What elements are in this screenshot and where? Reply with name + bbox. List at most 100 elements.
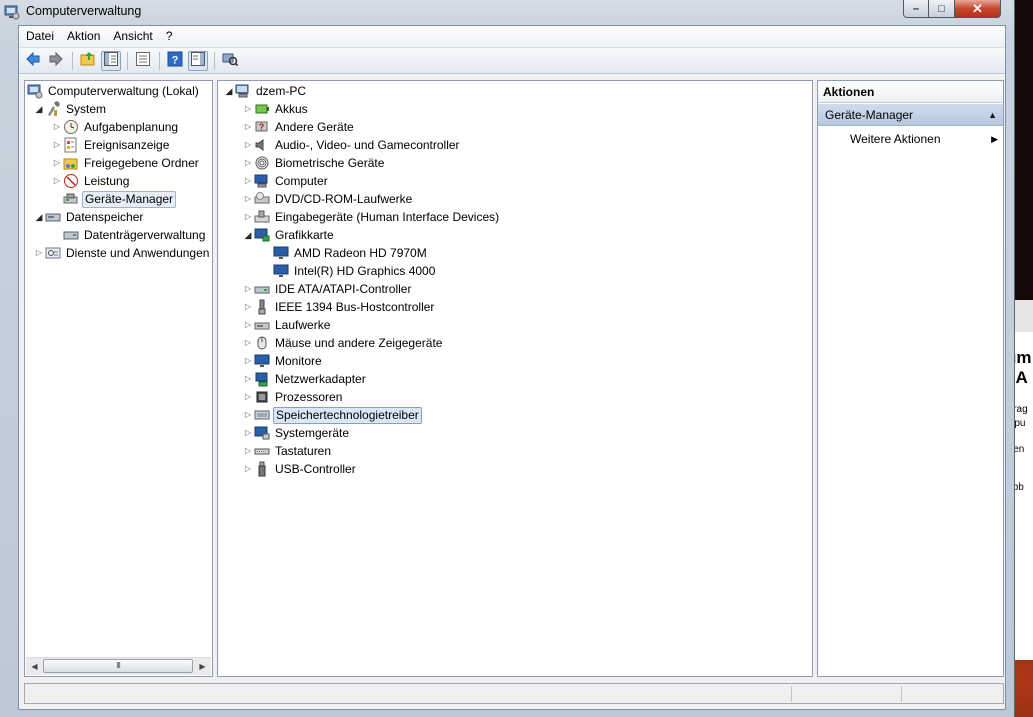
tree-node-ereignisanzeige[interactable]: ▷ Ereignisanzeige [51,136,171,154]
back-button[interactable] [23,51,43,71]
show-hide-console-tree-button[interactable] [101,50,121,71]
device-category-tastaturen[interactable]: ▷ Tastaturen [242,442,333,460]
device-category-biometrische-geraete[interactable]: ▷ Biometrische Geräte [242,154,386,172]
device-category-systemgeraete[interactable]: ▷ Systemgeräte [242,424,351,442]
firewire-icon [254,299,270,315]
expand-arrow-icon[interactable]: ▷ [242,424,254,442]
window-title: Computerverwaltung [26,4,142,18]
collapse-arrow-icon[interactable]: ◢ [242,226,254,244]
device-root-node[interactable]: ◢ dzem-PC [223,82,308,100]
window-client-area: Datei Aktion Ansicht ? ? Computerverwalt… [18,25,1006,710]
keyboard-icon [254,443,270,459]
scrollbar-thumb[interactable]: III [43,659,193,673]
expand-arrow-icon[interactable]: ▷ [242,442,254,460]
properties-button[interactable] [133,51,153,71]
tree-node-dienste[interactable]: ▷ Dienste und Anwendungen [33,244,211,262]
device-category-akkus[interactable]: ▷ Akkus [242,100,310,118]
collapse-arrow-icon[interactable]: ◢ [33,208,45,226]
tree-node-datenspeicher[interactable]: ◢ Datenspeicher [33,208,145,226]
menu-ansicht[interactable]: Ansicht [107,26,158,47]
unknown-device-icon: ? [254,119,270,135]
close-button[interactable]: ✕ [955,0,1001,18]
device-category-usb-controller[interactable]: ▷ USB-Controller [242,460,358,478]
tree-label: System [66,102,107,116]
performance-icon [63,173,79,189]
device-category-grafikkarte[interactable]: ◢ Grafikkarte [242,226,336,244]
tree-label: Dienste und Anwendungen [66,246,210,260]
expand-arrow-icon[interactable]: ▷ [242,388,254,406]
tree-node-freigegebene-ordner[interactable]: ▷ Freigegebene Ordner [51,154,201,172]
menu-help[interactable]: ? [160,26,179,47]
menu-datei[interactable]: Datei [20,26,60,47]
expand-arrow-icon[interactable]: ▷ [242,316,254,334]
expand-arrow-icon[interactable]: ▷ [242,352,254,370]
action-label: Weitere Aktionen [850,132,941,146]
scroll-left-arrow-icon[interactable]: ◀ [26,658,43,675]
expand-arrow-icon[interactable]: ▷ [51,154,63,172]
device-category-maeuse-zeigegeraete[interactable]: ▷ Mäuse und andere Zeigegeräte [242,334,444,352]
expand-arrow-icon[interactable]: ▷ [242,172,254,190]
actions-pane[interactable]: Aktionen Geräte-Manager ▲ Weitere Aktion… [817,80,1004,677]
device-category-laufwerke[interactable]: ▷ Laufwerke [242,316,332,334]
collapse-arrow-icon[interactable]: ◢ [33,100,45,118]
computer-management-window[interactable]: Computerverwaltung – □ ✕ Datei Aktion An… [0,0,1015,717]
device-tree-pane[interactable]: ◢ dzem-PC ▷ Akkus ▷? Andere Geräte ▷ Audio-, … [217,80,813,677]
device-category-dvd-cdrom-laufwerke[interactable]: ▷ DVD/CD-ROM-Laufwerke [242,190,414,208]
expand-arrow-icon[interactable]: ▷ [242,136,254,154]
device-category-speichertechnologietreiber[interactable]: ▷ Speichertechnologietreiber [242,406,422,424]
device-category-ide-ata-atapi-controller[interactable]: ▷ IDE ATA/ATAPI-Controller [242,280,413,298]
action-weitere-aktionen[interactable]: Weitere Aktionen ▶ [850,129,1002,149]
minimize-button[interactable]: – [903,0,929,18]
show-hide-action-pane-button[interactable] [188,50,208,71]
scan-hardware-button[interactable] [220,51,240,71]
device-category-prozessoren[interactable]: ▷ Prozessoren [242,388,344,406]
console-tree-pane[interactable]: Computerverwaltung (Lokal) ◢ System ▷ Au… [24,80,213,677]
expand-arrow-icon[interactable]: ▷ [51,118,63,136]
device-label: Tastaturen [275,444,332,458]
collapse-arrow-icon[interactable]: ◢ [223,82,235,100]
expand-arrow-icon[interactable]: ▷ [242,154,254,172]
status-bar [24,683,1004,704]
menu-aktion[interactable]: Aktion [61,26,106,47]
device-category-andere-geraete[interactable]: ▷? Andere Geräte [242,118,356,136]
expand-arrow-icon[interactable]: ▷ [242,460,254,478]
expand-arrow-icon[interactable]: ▷ [242,208,254,226]
tree-node-datentraegerverwaltung[interactable]: Datenträgerverwaltung [51,226,207,244]
expand-arrow-icon[interactable]: ▷ [242,118,254,136]
tree-node-aufgabenplanung[interactable]: ▷ Aufgabenplanung [51,118,180,136]
device-label: Mäuse und andere Zeigegeräte [275,336,443,350]
expand-arrow-icon[interactable]: ▷ [242,190,254,208]
expand-arrow-icon[interactable]: ▷ [33,244,45,262]
collapse-up-icon[interactable]: ▲ [988,104,997,126]
tree-node-leistung[interactable]: ▷ Leistung [51,172,131,190]
up-one-level-button[interactable] [78,51,98,71]
expand-arrow-icon[interactable]: ▷ [242,298,254,316]
help-button[interactable]: ? [165,51,185,71]
tree-node-system[interactable]: ◢ System [33,100,108,118]
expand-arrow-icon[interactable]: ▷ [242,406,254,424]
device-category-eingabegeraete[interactable]: ▷ Eingabegeräte (Human Interface Devices) [242,208,501,226]
device-category-audio-video-gamecontroller[interactable]: ▷ Audio-, Video- und Gamecontroller [242,136,462,154]
expand-arrow-icon[interactable]: ▷ [51,172,63,190]
device-category-computer[interactable]: ▷ Computer [242,172,330,190]
device-graphics-adapter-2[interactable]: Intel(R) HD Graphics 4000 [261,262,437,280]
device-category-netzwerkadapter[interactable]: ▷ Netzwerkadapter [242,370,368,388]
maximize-button[interactable]: □ [929,0,955,18]
expand-arrow-icon[interactable]: ▷ [242,334,254,352]
scroll-right-arrow-icon[interactable]: ▶ [194,658,211,675]
device-label: Speichertechnologietreiber [273,406,422,424]
expand-arrow-icon[interactable]: ▷ [242,370,254,388]
forward-button[interactable] [46,51,66,71]
horizontal-scrollbar[interactable]: ◀ III ▶ [26,657,211,675]
expand-arrow-icon[interactable]: ▷ [51,136,63,154]
device-category-ieee-1394-bus-hostcontroller[interactable]: ▷ IEEE 1394 Bus-Hostcontroller [242,298,436,316]
actions-section-geraete-manager[interactable]: Geräte-Manager ▲ [818,104,1003,126]
tree-node-geraete-manager[interactable]: Geräte-Manager [51,190,177,208]
device-graphics-adapter-1[interactable]: AMD Radeon HD 7970M [261,244,429,262]
tree-node-root[interactable]: Computerverwaltung (Lokal) [27,82,201,100]
expand-arrow-icon[interactable]: ▷ [242,280,254,298]
toolbar-separator [127,51,128,70]
device-category-monitore[interactable]: ▷ Monitore [242,352,324,370]
expand-arrow-icon[interactable]: ▷ [242,100,254,118]
